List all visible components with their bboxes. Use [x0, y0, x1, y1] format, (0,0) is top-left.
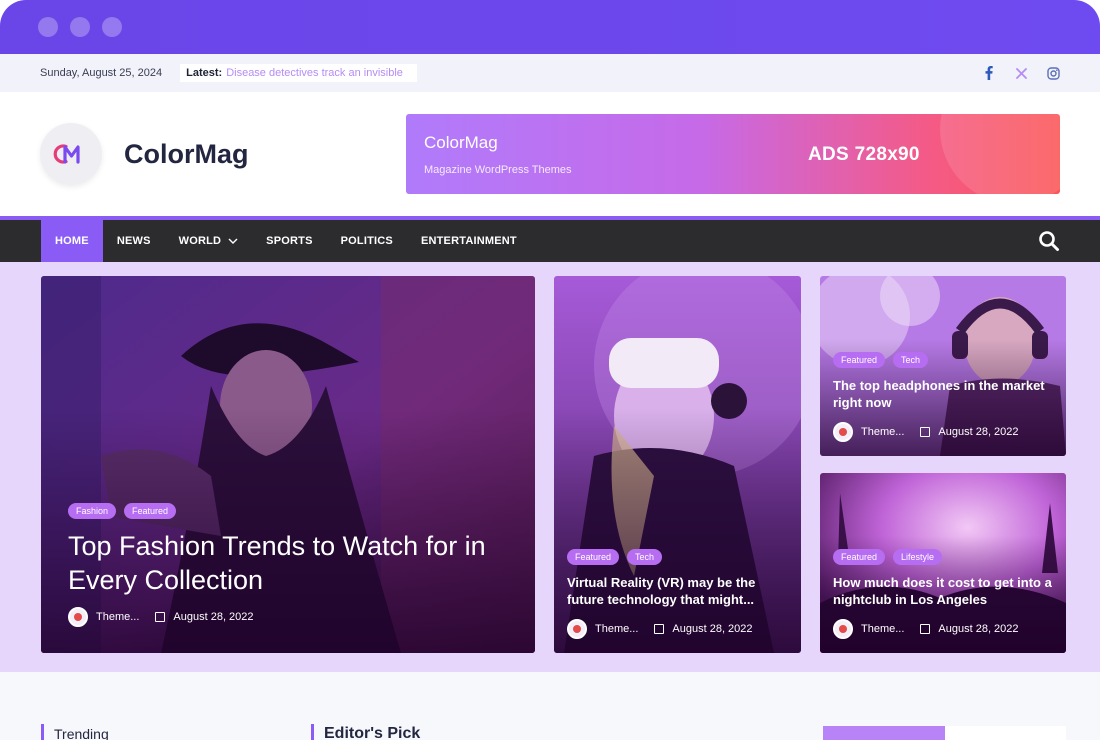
tag-badge[interactable]: Tech [627, 549, 663, 566]
nav-label: WORLD [178, 235, 222, 247]
post-meta: Theme... August 28, 2022 [567, 619, 788, 639]
post-meta: Theme... August 28, 2022 [833, 422, 1053, 442]
nav-item-politics[interactable]: POLITICS [327, 220, 407, 262]
featured-card-vr[interactable]: Featured Tech Virtual Reality (VR) may b… [554, 276, 801, 653]
calendar-icon [654, 624, 665, 634]
tag-badge[interactable]: Featured [124, 502, 177, 519]
featured-card-nightclub[interactable]: Featured Lifestyle How much does it cost… [820, 473, 1066, 653]
window-dot-close[interactable] [38, 17, 58, 37]
ad-size-label: ADS 728x90 [808, 144, 920, 165]
nav-label: ENTERTAINMENT [420, 235, 517, 247]
calendar-icon [155, 612, 166, 622]
browser-window: Sunday, August 25, 2024 Latest: Disease … [0, 0, 1100, 740]
author-name[interactable]: Theme... [861, 426, 904, 438]
main-navigation: HOME NEWS WORLD SPORTS POLITICS ENTERTAI… [0, 216, 1100, 262]
content-sections: Trending Editor's Pick [0, 672, 1100, 740]
search-button[interactable] [1038, 220, 1060, 262]
tag-badge[interactable]: Featured [833, 549, 886, 566]
tag-badge[interactable]: Lifestyle [893, 549, 943, 566]
nav-item-home[interactable]: HOME [41, 220, 103, 262]
nav-item-sports[interactable]: SPORTS [252, 220, 326, 262]
site-title[interactable]: ColorMag [124, 139, 249, 170]
featured-card-headphones[interactable]: Featured Tech The top headphones in the … [820, 276, 1066, 456]
tab-active[interactable] [823, 726, 945, 740]
nav-label: NEWS [116, 235, 151, 247]
ad-banner[interactable]: ColorMag Magazine WordPress Themes ADS 7… [406, 114, 1060, 194]
window-dot-maximize[interactable] [102, 17, 122, 37]
social-links [982, 66, 1060, 80]
ad-brand: ColorMag [424, 133, 498, 152]
instagram-icon[interactable] [1046, 66, 1060, 80]
post-tags: Fashion Featured [68, 502, 522, 519]
sidebar-tabs [823, 726, 1066, 740]
window-dot-minimize[interactable] [70, 17, 90, 37]
post-meta: Theme... August 28, 2022 [68, 607, 522, 627]
post-date[interactable]: August 28, 2022 [938, 623, 1018, 635]
tag-badge[interactable]: Featured [833, 352, 886, 369]
section-title-editors-pick: Editor's Pick [311, 724, 420, 740]
nav-item-entertainment[interactable]: ENTERTAINMENT [407, 220, 531, 262]
post-title[interactable]: How much does it cost to get into a nigh… [833, 575, 1053, 609]
card-content: Fashion Featured Top Fashion Trends to W… [68, 502, 522, 627]
card-content: Featured Tech The top headphones in the … [833, 352, 1053, 442]
nav-label: POLITICS [340, 235, 393, 247]
nav-label: SPORTS [266, 235, 313, 247]
author-avatar [567, 619, 587, 639]
nav-item-news[interactable]: NEWS [103, 220, 165, 262]
post-title[interactable]: Top Fashion Trends to Watch for in Every… [68, 529, 522, 597]
post-title[interactable]: Virtual Reality (VR) may be the future t… [567, 575, 788, 609]
post-tags: Featured Tech [567, 549, 788, 566]
section-title-trending: Trending [41, 724, 109, 740]
latest-news-ticker[interactable]: Latest: Disease detectives track an invi… [180, 64, 417, 82]
post-tags: Featured Lifestyle [833, 549, 1053, 566]
site-logo[interactable] [40, 123, 102, 185]
ad-subtitle: Magazine WordPress Themes [424, 164, 572, 176]
site-header: ColorMag ColorMag Magazine WordPress The… [0, 92, 1100, 216]
author-name[interactable]: Theme... [595, 623, 638, 635]
post-date[interactable]: August 28, 2022 [938, 426, 1018, 438]
top-bar: Sunday, August 25, 2024 Latest: Disease … [0, 54, 1100, 92]
nav-item-world[interactable]: WORLD [165, 220, 253, 262]
post-date[interactable]: August 28, 2022 [173, 611, 253, 623]
tag-badge[interactable]: Fashion [68, 502, 117, 519]
author-avatar [68, 607, 88, 627]
tag-badge[interactable]: Tech [893, 352, 929, 369]
author-name[interactable]: Theme... [861, 623, 904, 635]
logo-mark-icon [53, 144, 80, 164]
author-name[interactable]: Theme... [96, 611, 139, 623]
latest-headline[interactable]: Disease detectives track an invisible [226, 67, 403, 79]
tag-badge[interactable]: Featured [567, 549, 620, 566]
author-avatar [833, 422, 853, 442]
card-content: Featured Tech Virtual Reality (VR) may b… [567, 549, 788, 639]
author-avatar [833, 619, 853, 639]
post-meta: Theme... August 28, 2022 [833, 619, 1053, 639]
card-content: Featured Lifestyle How much does it cost… [833, 549, 1053, 639]
calendar-icon [920, 624, 931, 634]
chevron-down-icon [228, 238, 238, 244]
featured-card-main[interactable]: Fashion Featured Top Fashion Trends to W… [41, 276, 535, 653]
latest-label: Latest: [186, 67, 223, 79]
browser-chrome [0, 0, 1100, 54]
search-icon [1039, 231, 1059, 251]
tab-inactive[interactable] [945, 726, 1066, 740]
current-date: Sunday, August 25, 2024 [40, 67, 163, 79]
post-tags: Featured Tech [833, 352, 1053, 369]
calendar-icon [920, 427, 931, 437]
facebook-icon[interactable] [982, 66, 996, 80]
post-title[interactable]: The top headphones in the market right n… [833, 378, 1053, 412]
x-icon[interactable] [1014, 66, 1028, 80]
nav-label: HOME [55, 235, 89, 247]
post-date[interactable]: August 28, 2022 [672, 623, 752, 635]
featured-posts: Fashion Featured Top Fashion Trends to W… [0, 262, 1100, 672]
